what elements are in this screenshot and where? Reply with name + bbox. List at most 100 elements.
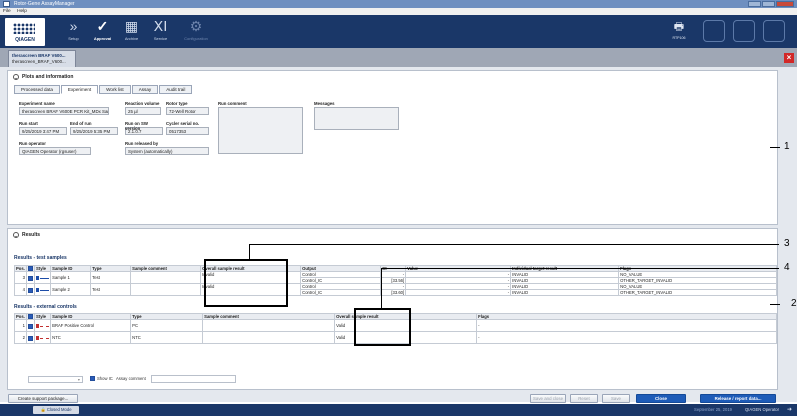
show-ic-checkbox[interactable] <box>90 376 95 381</box>
sample-id: Sample 2 <box>50 283 92 297</box>
cycler-label: RTP106 <box>672 36 686 40</box>
maximize-icon[interactable] <box>762 1 775 7</box>
show-ic-toggle[interactable]: Show IC <box>90 376 113 381</box>
close-button[interactable]: Close <box>636 394 686 403</box>
plots-panel-header[interactable]: ⌄ Plots and information <box>13 74 73 80</box>
chevron-down-icon: ▾ <box>77 377 80 382</box>
sample-id: BRAF Positive Control <box>50 319 132 333</box>
callout-line-4-drop <box>381 268 382 308</box>
close-window-icon[interactable] <box>776 1 794 7</box>
nav-service[interactable]: ⅩⅠ Service <box>147 17 174 46</box>
tab-experiment[interactable]: Experiment <box>60 85 99 94</box>
cycler-slot-4-icon[interactable] <box>763 20 785 42</box>
color-swatch[interactable] <box>36 336 39 341</box>
show-ic-label: Show IC <box>97 376 113 381</box>
color-swatch[interactable] <box>36 324 39 329</box>
sample-comment[interactable] <box>130 283 202 297</box>
reset-button[interactable]: Reset <box>570 394 598 403</box>
cycler-button[interactable]: 🖶 RTP106 <box>668 20 690 42</box>
mode-label: Closed Mode <box>46 407 72 412</box>
test-samples-table: Pos. Style Sample ID Type Sample comment… <box>14 264 777 297</box>
collapse-results-icon[interactable]: ⌄ <box>13 232 19 238</box>
lock-icon: 🔒 <box>40 407 46 412</box>
main-toolbar: QIAGEN » Setup ✓ Approval ▦ Archive ⅩⅠ S… <box>0 15 797 48</box>
line-style-icon <box>40 325 50 327</box>
tab-work-list[interactable]: Work list <box>99 85 131 94</box>
nav-service-label: Service <box>153 36 168 41</box>
sample-comment[interactable] <box>130 271 202 285</box>
row-checkbox[interactable] <box>28 287 33 293</box>
plots-information-panel: ⌄ Plots and information Processed data E… <box>7 70 778 225</box>
select-all-checkbox[interactable] <box>28 266 33 271</box>
flags: - <box>476 331 777 345</box>
logo-dots-icon <box>13 23 35 34</box>
callout-line-1 <box>770 147 780 148</box>
sample-id: NTC <box>50 331 132 345</box>
row-checkbox[interactable] <box>28 323 33 329</box>
test-samples-heading: Results - test samples <box>14 255 67 261</box>
save-and-close-button[interactable]: Save and close <box>530 394 566 403</box>
minimize-icon[interactable] <box>748 1 761 7</box>
assay-comment-input[interactable] <box>151 375 236 383</box>
plots-panel-title: Plots and information <box>22 74 74 80</box>
cycler-slot-2-icon[interactable] <box>703 20 725 42</box>
experiment-tab-subtitle: therascreen_BRAF_V600... <box>12 58 66 64</box>
ct-value: [33.60] <box>380 289 407 297</box>
logout-icon[interactable]: ➜ <box>787 406 792 413</box>
collapse-icon[interactable]: ⌄ <box>13 74 19 80</box>
sample-id: Sample 1 <box>50 271 92 285</box>
release-report-button[interactable]: Release / report data... <box>700 394 776 403</box>
sample-type: NTC <box>130 331 204 345</box>
callout-box-overall-result <box>204 259 288 307</box>
cycler-slot-3-icon[interactable] <box>733 20 755 42</box>
filter-dropdown[interactable]: ▾ <box>28 376 83 383</box>
nav-setup[interactable]: » Setup <box>60 17 87 46</box>
sample-comment[interactable] <box>202 319 336 333</box>
tab-audit-trail[interactable]: Audit trail <box>159 85 193 94</box>
nav-approval-label: Approval <box>93 36 112 41</box>
line-style-icon <box>40 289 50 291</box>
results-panel-header[interactable]: ⌄ Results <box>13 232 40 238</box>
callout-4: 4 <box>784 262 790 273</box>
archive-icon: ▦ <box>124 18 139 34</box>
mode-indicator: 🔒 Closed Mode <box>33 406 79 414</box>
end-of-run-value: 9/25/2019 5:35 PM <box>70 127 118 135</box>
cycler-serial-field: Cycler serial no. 0517353 <box>166 121 209 135</box>
arrows-icon: » <box>69 18 78 34</box>
app-icon <box>3 1 10 7</box>
run-comment-box[interactable] <box>218 107 303 154</box>
line-style-icon <box>40 337 50 339</box>
select-all-checkbox[interactable] <box>28 314 33 319</box>
action-bar: Create support package... Save and close… <box>0 392 797 404</box>
save-button[interactable]: Save <box>602 394 630 403</box>
menu-bar: File Help <box>0 8 797 15</box>
color-swatch[interactable] <box>36 288 39 293</box>
row-pos: 2 <box>14 331 27 345</box>
color-swatch[interactable] <box>36 276 39 281</box>
cycler-serial-value: 0517353 <box>166 127 209 135</box>
flags: OTHER_TARGET_INVALID <box>618 289 777 297</box>
col-pos[interactable]: Pos. <box>14 264 27 273</box>
close-experiment-icon[interactable]: × <box>784 53 794 63</box>
nav-configuration[interactable]: ⚙ Configuration <box>178 17 214 46</box>
tab-assay[interactable]: Assay <box>131 85 159 94</box>
tab-processed-data[interactable]: Processed data <box>14 85 60 94</box>
row-checkbox[interactable] <box>28 335 33 341</box>
assay-comment-label: Assay comment <box>116 376 146 381</box>
status-user: QIAGEN Operator <box>745 407 779 412</box>
service-icon: ⅩⅠ <box>153 18 168 34</box>
callout-box-ext-result <box>354 308 411 346</box>
row-pos: 3 <box>14 271 27 285</box>
row-checkbox[interactable] <box>28 275 33 281</box>
sample-comment[interactable] <box>202 331 336 345</box>
row-pos: 1 <box>14 319 27 333</box>
menu-file[interactable]: File <box>3 9 11 14</box>
experiment-tab[interactable]: therascreen BRAF V600... therascreen_BRA… <box>8 50 76 67</box>
create-support-package-button[interactable]: Create support package... <box>8 394 78 403</box>
nav-approval[interactable]: ✓ Approval <box>89 17 116 46</box>
printer-icon: 🖶 <box>673 21 685 33</box>
window-controls <box>748 1 794 7</box>
menu-help[interactable]: Help <box>17 9 27 14</box>
nav-archive[interactable]: ▦ Archive <box>118 17 145 46</box>
col-pos[interactable]: Pos. <box>14 312 27 321</box>
